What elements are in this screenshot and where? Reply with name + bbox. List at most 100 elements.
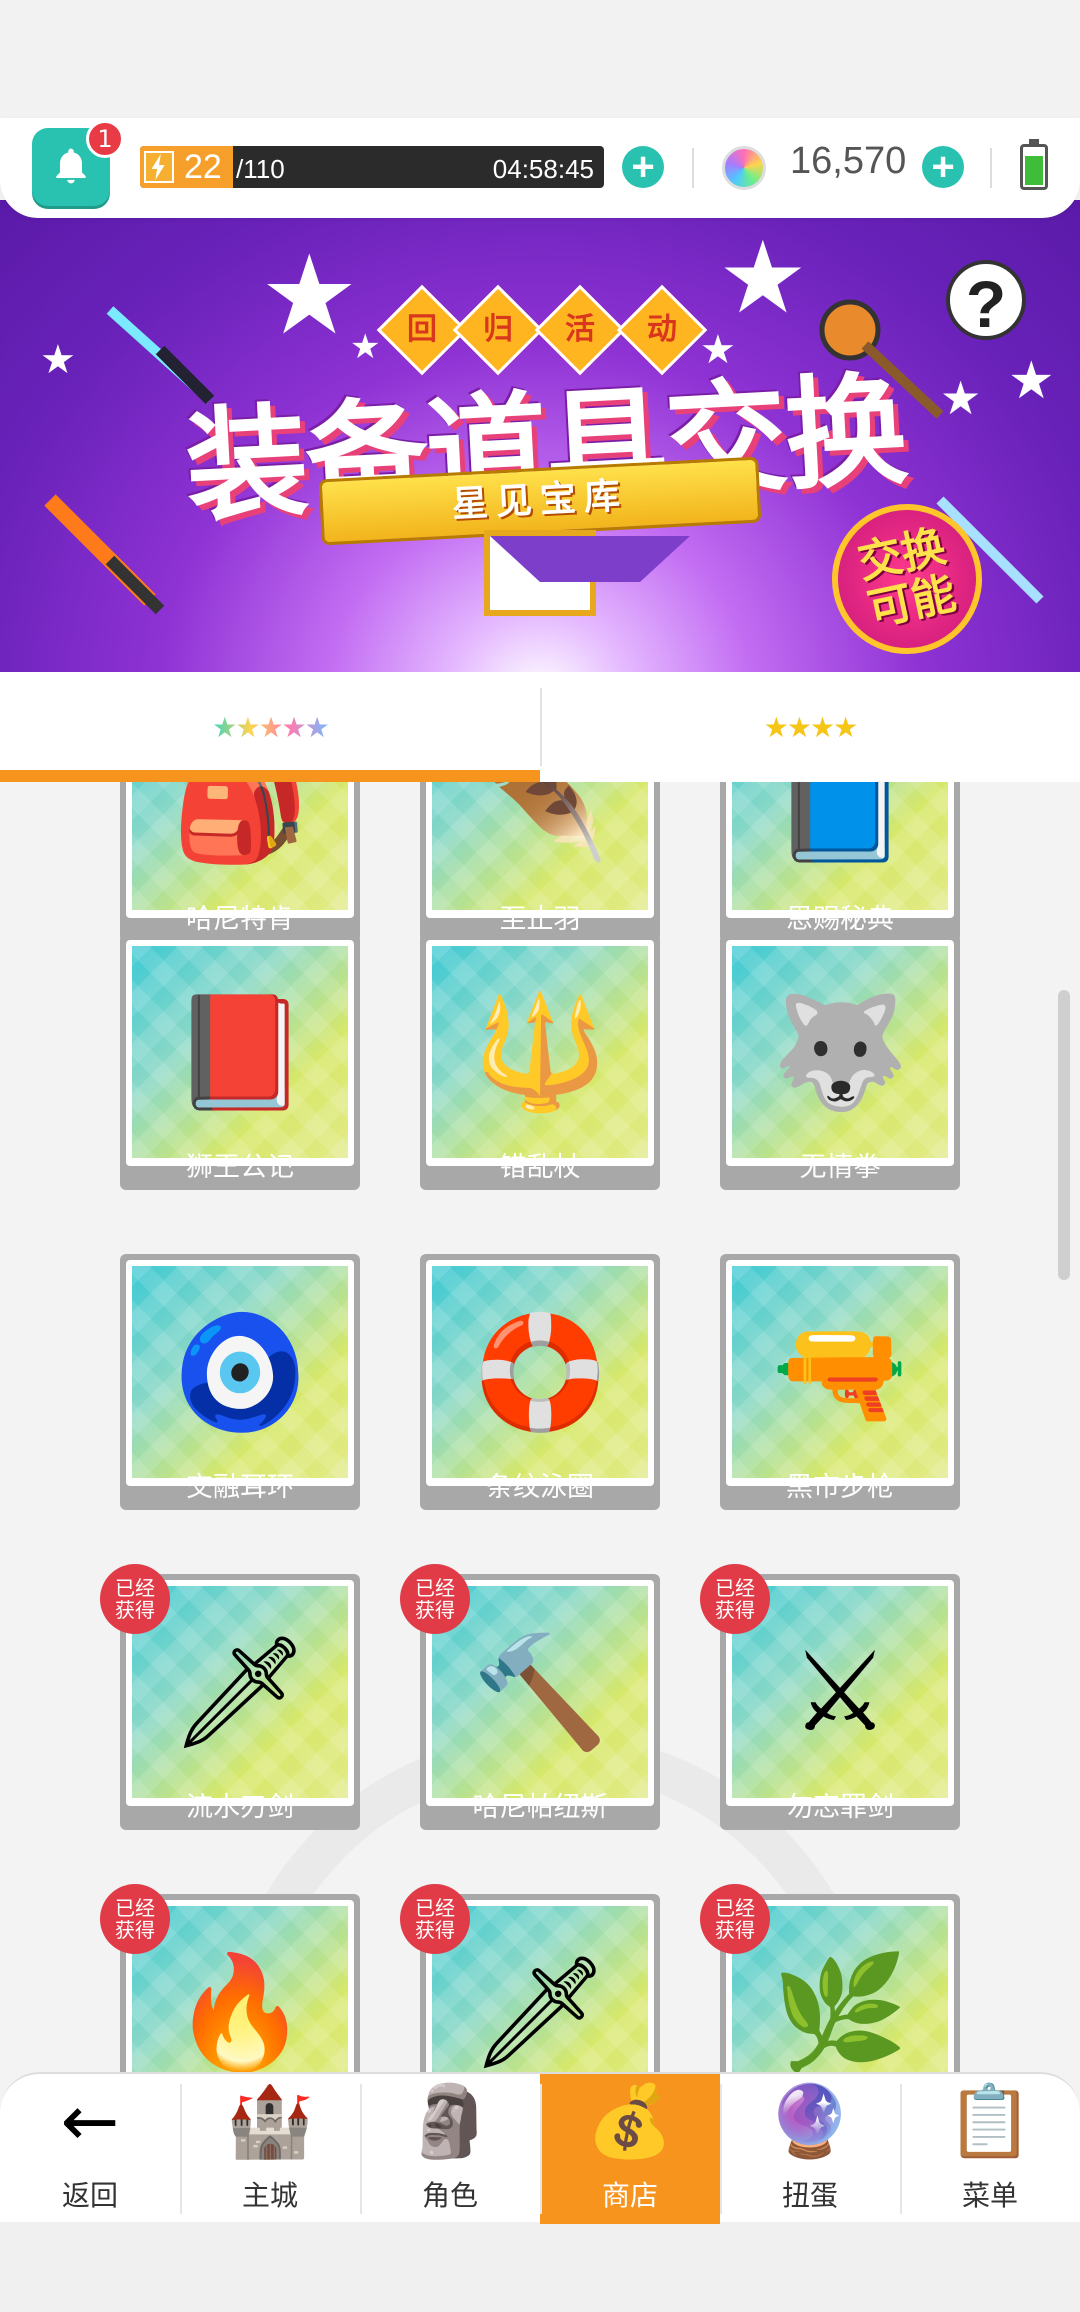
item-card[interactable]: 🔫 黑市步枪 — [720, 1254, 960, 1510]
item-card[interactable]: 📘 恩赐秘典 — [720, 782, 960, 942]
nav-label: 商店 — [601, 2179, 658, 2212]
bell-icon — [56, 148, 86, 184]
active-tab-indicator — [0, 770, 540, 782]
item-icon: 🪶 — [471, 782, 609, 868]
energy-timer: 04:58:45 — [492, 154, 594, 184]
nav-menu[interactable]: 📋 菜单 — [900, 2074, 1080, 2224]
item-icon: 🔱 — [471, 988, 609, 1116]
bottom-navigation: ← 返回 🏰 主城 🗿 角色 💰 商店 🔮 扭蛋 📋 菜单 — [0, 2072, 1080, 2224]
item-card[interactable]: 🛟 条纹泳圈 — [420, 1254, 660, 1510]
item-card[interactable]: 🪶 至止羽 — [420, 782, 660, 942]
item-icon: 🐺 — [771, 988, 909, 1116]
item-icon: 🗡 — [470, 1948, 610, 2072]
divider — [990, 148, 992, 188]
nav-label: 主城 — [241, 2179, 298, 2212]
item-icon: 🗡 — [170, 1628, 310, 1756]
item-art: 🪶 — [432, 782, 648, 910]
energy-bar: 22 /110 04:58:45 — [140, 146, 604, 188]
nav-shop[interactable]: 💰 商店 — [540, 2074, 720, 2224]
gem-icon — [722, 146, 766, 190]
item-name: 流水刃剑 — [186, 1792, 294, 1823]
item-art: 🐺 — [732, 946, 948, 1158]
help-button[interactable]: ? — [946, 260, 1026, 341]
item-grid[interactable]: 🎒 哈尼特肯 🪶 至止羽 📘 恩赐秘典 📕 狮王公记 🔱 错乱杖 🐺 无情拳 🧿 交融耳环 🛟 条纹泳圈 🔫 黑市… — [0, 782, 1080, 2072]
obtained-badge: 已经 获得 — [400, 1564, 470, 1634]
nav-divider — [900, 2084, 902, 2214]
item-name: 无情拳 — [799, 1152, 881, 1183]
obtained-text: 已经 — [115, 1576, 155, 1600]
nav-gacha[interactable]: 🔮 扭蛋 — [720, 2074, 900, 2224]
item-art: 🧿 — [132, 1266, 348, 1478]
nav-divider — [180, 2084, 182, 2214]
add-energy-button[interactable]: + — [622, 146, 664, 188]
obtained-text: 获得 — [715, 1918, 755, 1942]
back-icon: ← — [60, 2080, 120, 2162]
item-icon: 🌿 — [771, 1948, 909, 2072]
four-star-label: ★★★★ — [763, 710, 858, 744]
scrollbar[interactable] — [1058, 990, 1070, 1280]
nav-back[interactable]: ← 返回 — [0, 2074, 180, 2224]
item-icon: 🔨 — [471, 1628, 609, 1756]
tab-four-star[interactable]: ★★★★ — [540, 672, 1080, 782]
obtained-text: 已经 — [715, 1576, 755, 1600]
obtained-badge: 已经 获得 — [700, 1564, 770, 1634]
obtained-text: 已经 — [715, 1896, 755, 1920]
item-name: 哈尼帕纽斯 — [472, 1792, 608, 1823]
obtained-text: 获得 — [115, 1598, 155, 1622]
lightning-icon — [144, 151, 174, 183]
item-card[interactable]: 🎒 哈尼特肯 — [120, 782, 360, 942]
item-art: 🎒 — [132, 782, 348, 910]
energy-current: 22 — [184, 148, 222, 186]
nav-label: 扭蛋 — [781, 2179, 838, 2212]
item-icon: ⚔ — [790, 1628, 890, 1756]
top-resource-bar: 1 22 /110 04:58:45 + 16,570 + — [0, 118, 1080, 218]
nav-main-city[interactable]: 🏰 主城 — [180, 2074, 360, 2224]
character-icon: 🗿 — [406, 2080, 494, 2162]
item-art: 📘 — [732, 782, 948, 910]
obtained-badge: 已经 获得 — [700, 1884, 770, 1954]
obtained-badge: 已经 获得 — [100, 1564, 170, 1634]
item-card[interactable]: 🐺 无情拳 — [720, 934, 960, 1190]
item-art: 🔫 — [732, 1266, 948, 1478]
item-name: 错乱杖 — [499, 1152, 581, 1183]
item-name: 条纹泳圈 — [486, 1472, 594, 1503]
item-card[interactable]: 🔱 错乱杖 — [420, 934, 660, 1190]
rarity-tabs: ★★★★★ ★★★★ — [0, 672, 1080, 782]
notification-badge: 1 — [86, 120, 124, 158]
tab-five-star[interactable]: ★★★★★ — [0, 672, 540, 782]
obtained-badge: 已经 获得 — [100, 1884, 170, 1954]
obtained-text: 获得 — [715, 1598, 755, 1622]
nav-character[interactable]: 🗿 角色 — [360, 2074, 540, 2224]
item-icon: 🎒 — [171, 782, 309, 868]
item-art: 🔱 — [432, 946, 648, 1158]
energy-max: /110 — [236, 154, 285, 184]
gem-count: 16,570 — [790, 140, 907, 182]
item-name: 狮王公记 — [186, 1152, 294, 1183]
five-star-label: ★★★★★ — [212, 710, 330, 744]
item-name: 交融耳环 — [186, 1472, 294, 1503]
star-icon: ★ — [1008, 351, 1055, 411]
nav-label: 返回 — [61, 2179, 118, 2212]
nav-label: 菜单 — [961, 2179, 1018, 2212]
item-icon: 📘 — [771, 782, 909, 868]
nav-label: 角色 — [421, 2179, 478, 2212]
divider — [692, 148, 694, 188]
item-icon: 🔫 — [771, 1308, 909, 1436]
nav-divider — [360, 2084, 362, 2214]
obtained-text: 获得 — [115, 1918, 155, 1942]
system-bottom-area — [0, 2222, 1080, 2312]
obtained-text: 已经 — [415, 1896, 455, 1920]
obtained-text: 获得 — [415, 1598, 455, 1622]
item-icon: 📕 — [171, 988, 309, 1116]
star-icon: ★ — [260, 231, 359, 359]
add-gems-button[interactable]: + — [922, 146, 964, 188]
battery-icon — [1020, 139, 1048, 190]
obtained-text: 已经 — [115, 1896, 155, 1920]
item-card[interactable]: 📕 狮王公记 — [120, 934, 360, 1190]
obtained-text: 获得 — [415, 1918, 455, 1942]
nav-divider — [540, 2084, 542, 2214]
item-icon: 🧿 — [171, 1308, 309, 1436]
item-card[interactable]: 🧿 交融耳环 — [120, 1254, 360, 1510]
status-bar-area — [0, 0, 1080, 118]
shop-icon: 💰 — [586, 2080, 674, 2162]
